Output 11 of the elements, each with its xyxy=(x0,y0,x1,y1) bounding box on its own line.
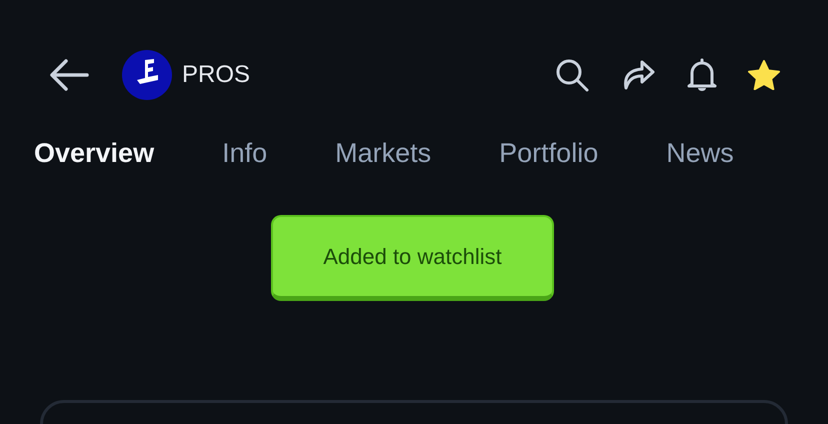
app-title: PROS xyxy=(182,60,250,90)
toast-message: Added to watchlist xyxy=(271,214,554,300)
tab[interactable]: Portfolio xyxy=(499,133,598,174)
tab[interactable]: Info xyxy=(222,133,268,174)
search-icon[interactable] xyxy=(554,57,590,93)
tab[interactable]: Markets xyxy=(335,133,432,174)
tab[interactable]: News xyxy=(666,133,734,174)
star-icon[interactable] xyxy=(748,60,780,90)
bell-icon[interactable] xyxy=(686,58,718,92)
tab[interactable]: Overview xyxy=(34,133,154,174)
logo-icon xyxy=(122,50,172,100)
